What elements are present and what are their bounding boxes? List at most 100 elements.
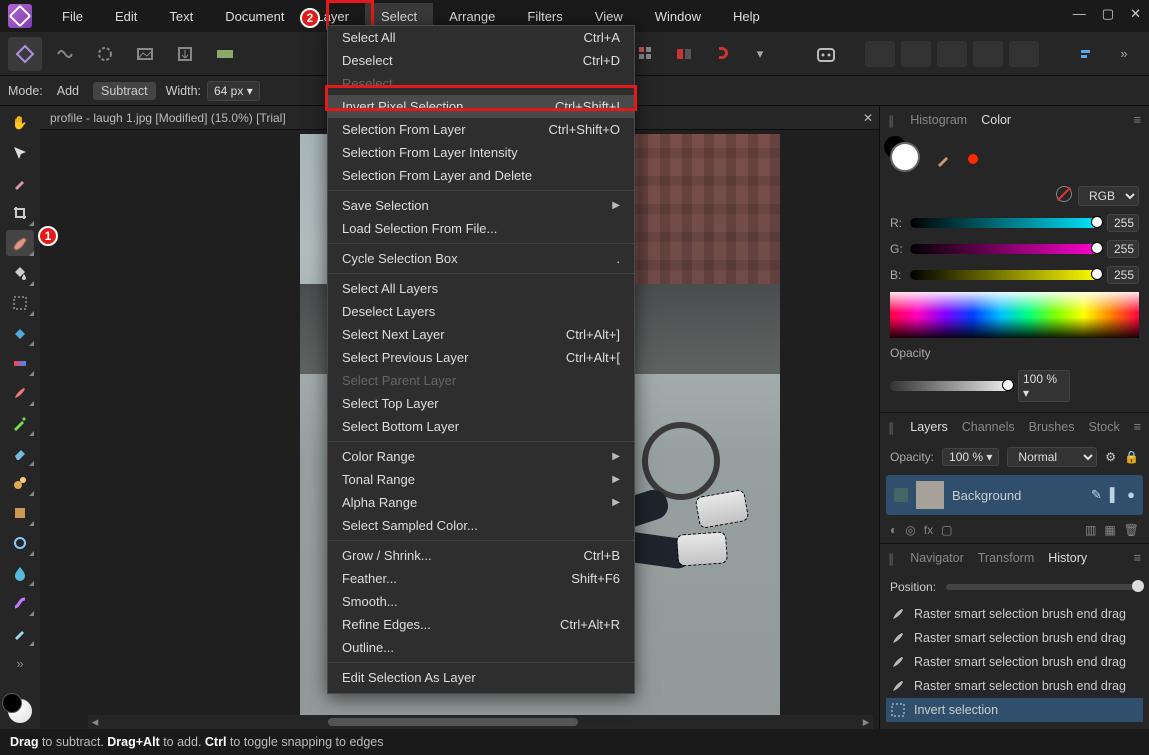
document-close-icon[interactable]: ✕ [863, 111, 873, 125]
mask-icon[interactable]: ◐ [890, 523, 897, 537]
blur-tool-icon[interactable] [6, 560, 34, 586]
menu-item-deselect-layers[interactable]: Deselect Layers [328, 300, 634, 323]
persona-tonemap-icon[interactable] [128, 37, 162, 71]
menu-item-invert-pixel-selection[interactable]: Invert Pixel SelectionCtrl+Shift+I [328, 95, 634, 118]
toolbar-slot-4[interactable] [973, 41, 1003, 67]
layer-edit-icon[interactable]: ✎ [1091, 487, 1102, 503]
color-swatch-tool[interactable] [8, 699, 32, 723]
layer-visibility-checkbox[interactable] [894, 488, 908, 502]
menu-item-selection-from-layer-intensity[interactable]: Selection From Layer Intensity [328, 141, 634, 164]
channel-g-value[interactable]: 255 [1107, 240, 1139, 258]
menu-text[interactable]: Text [153, 3, 209, 30]
menu-item-tonal-range[interactable]: Tonal Range▶ [328, 468, 634, 491]
channel-r-value[interactable]: 255 [1107, 214, 1139, 232]
menu-item-selection-from-layer[interactable]: Selection From LayerCtrl+Shift+O [328, 118, 634, 141]
menu-document[interactable]: Document [209, 3, 300, 30]
menu-item-deselect[interactable]: DeselectCtrl+D [328, 49, 634, 72]
tab-history[interactable]: History [1048, 551, 1087, 565]
menu-window[interactable]: Window [639, 3, 717, 30]
menu-item-refine-edges[interactable]: Refine Edges...Ctrl+Alt+R [328, 613, 634, 636]
tab-layers[interactable]: Layers [910, 420, 948, 434]
history-item[interactable]: Raster smart selection brush end drag [886, 626, 1143, 650]
menu-help[interactable]: Help [717, 3, 776, 30]
panel-menu-icon[interactable]: ≡ [1134, 551, 1141, 565]
scroll-right-icon[interactable]: ▸ [859, 714, 873, 729]
add-layer-icon[interactable]: ▥ [1085, 523, 1096, 537]
menu-item-save-selection[interactable]: Save Selection▶ [328, 194, 634, 217]
toolbar-slot-1[interactable] [865, 41, 895, 67]
menu-item-selection-from-layer-and-delete[interactable]: Selection From Layer and Delete [328, 164, 634, 187]
persona-liquify-icon[interactable] [48, 37, 82, 71]
mode-subtract[interactable]: Subtract [93, 82, 156, 100]
layers-opacity-value[interactable]: 100 % ▾ [942, 448, 999, 466]
menu-item-select-all[interactable]: Select AllCtrl+A [328, 26, 634, 49]
delete-layer-icon[interactable]: 🗑 [1124, 523, 1139, 537]
move-tool-icon[interactable] [6, 140, 34, 166]
gear-icon[interactable]: ⚙ [1105, 450, 1116, 464]
persona-develop-icon[interactable] [88, 37, 122, 71]
panel-grip-icon[interactable]: ∥ [888, 551, 894, 566]
scroll-left-icon[interactable]: ◂ [88, 714, 102, 729]
menu-item-outline[interactable]: Outline... [328, 636, 634, 659]
assistant-icon[interactable] [809, 37, 843, 71]
smudge-tool-icon[interactable] [6, 590, 34, 616]
channel-g-slider[interactable] [910, 244, 1099, 254]
panel-menu-icon[interactable]: ≡ [1134, 420, 1141, 434]
adjustment-icon[interactable]: ◎ [905, 523, 915, 537]
menu-item-feather[interactable]: Feather...Shift+F6 [328, 567, 634, 590]
history-item[interactable]: Raster smart selection brush end drag [886, 674, 1143, 698]
toolbar-overflow-icon[interactable]: » [1107, 37, 1141, 71]
width-value[interactable]: 64 px ▾ [207, 81, 260, 101]
tab-stock[interactable]: Stock [1088, 420, 1119, 434]
tab-color[interactable]: Color [981, 113, 1011, 127]
window-close-icon[interactable]: ✕ [1130, 6, 1141, 22]
menu-item-select-sampled-color[interactable]: Select Sampled Color... [328, 514, 634, 537]
menu-item-select-next-layer[interactable]: Select Next LayerCtrl+Alt+] [328, 323, 634, 346]
window-minimize-icon[interactable]: — [1073, 6, 1086, 22]
paint-brush-tool-icon[interactable] [6, 380, 34, 406]
layer-row[interactable]: Background ✎ ▌ ● [886, 475, 1143, 515]
selection-brush-tool-icon[interactable] [6, 230, 34, 256]
lock-icon[interactable]: 🔒 [1124, 450, 1139, 464]
marquee-tool-icon[interactable] [6, 290, 34, 316]
menu-item-select-bottom-layer[interactable]: Select Bottom Layer [328, 415, 634, 438]
color-picker-tool-icon[interactable] [6, 170, 34, 196]
flood-fill-tool-icon[interactable] [6, 320, 34, 346]
tab-brushes[interactable]: Brushes [1029, 420, 1075, 434]
sponge-tool-icon[interactable] [6, 620, 34, 646]
tab-transform[interactable]: Transform [978, 551, 1035, 565]
panel-grip-icon[interactable]: ∥ [888, 420, 894, 435]
toolbar-slot-3[interactable] [937, 41, 967, 67]
layer-visible-icon[interactable]: ● [1127, 487, 1135, 503]
panel-menu-icon[interactable]: ≡ [1134, 113, 1141, 127]
menu-item-alpha-range[interactable]: Alpha Range▶ [328, 491, 634, 514]
menu-item-select-all-layers[interactable]: Select All Layers [328, 277, 634, 300]
history-item[interactable]: Raster smart selection brush end drag [886, 602, 1143, 626]
gradient-tool-icon[interactable] [6, 350, 34, 376]
erase-tool-icon[interactable] [6, 440, 34, 466]
history-item[interactable]: Raster smart selection brush end drag [886, 650, 1143, 674]
crop-tool-icon[interactable] [6, 200, 34, 226]
panel-grip-icon[interactable]: ∥ [888, 113, 894, 128]
tools-overflow-icon[interactable]: » [6, 650, 34, 676]
persona-panorama-icon[interactable] [208, 37, 242, 71]
menu-item-cycle-selection-box[interactable]: Cycle Selection Box. [328, 247, 634, 270]
fx-icon[interactable]: fx [924, 523, 933, 537]
align-left-icon[interactable] [1067, 37, 1101, 71]
split-view-icon[interactable] [667, 37, 701, 71]
color-spectrum[interactable] [890, 292, 1139, 338]
inpaint-tool-icon[interactable] [6, 500, 34, 526]
persona-export-icon[interactable] [168, 37, 202, 71]
menu-file[interactable]: File [46, 3, 99, 30]
blend-mode-select[interactable]: Normal [1007, 447, 1097, 467]
snap-toggle-icon[interactable] [705, 37, 739, 71]
tab-channels[interactable]: Channels [962, 420, 1015, 434]
no-color-icon[interactable] [1056, 186, 1072, 202]
menu-edit[interactable]: Edit [99, 3, 153, 30]
dodge-tool-icon[interactable] [6, 530, 34, 556]
history-item[interactable]: Invert selection [886, 698, 1143, 722]
history-position-slider[interactable] [946, 584, 1139, 590]
pixel-tool-icon[interactable] [6, 410, 34, 436]
menu-item-color-range[interactable]: Color Range▶ [328, 445, 634, 468]
window-maximize-icon[interactable]: ▢ [1102, 6, 1114, 22]
